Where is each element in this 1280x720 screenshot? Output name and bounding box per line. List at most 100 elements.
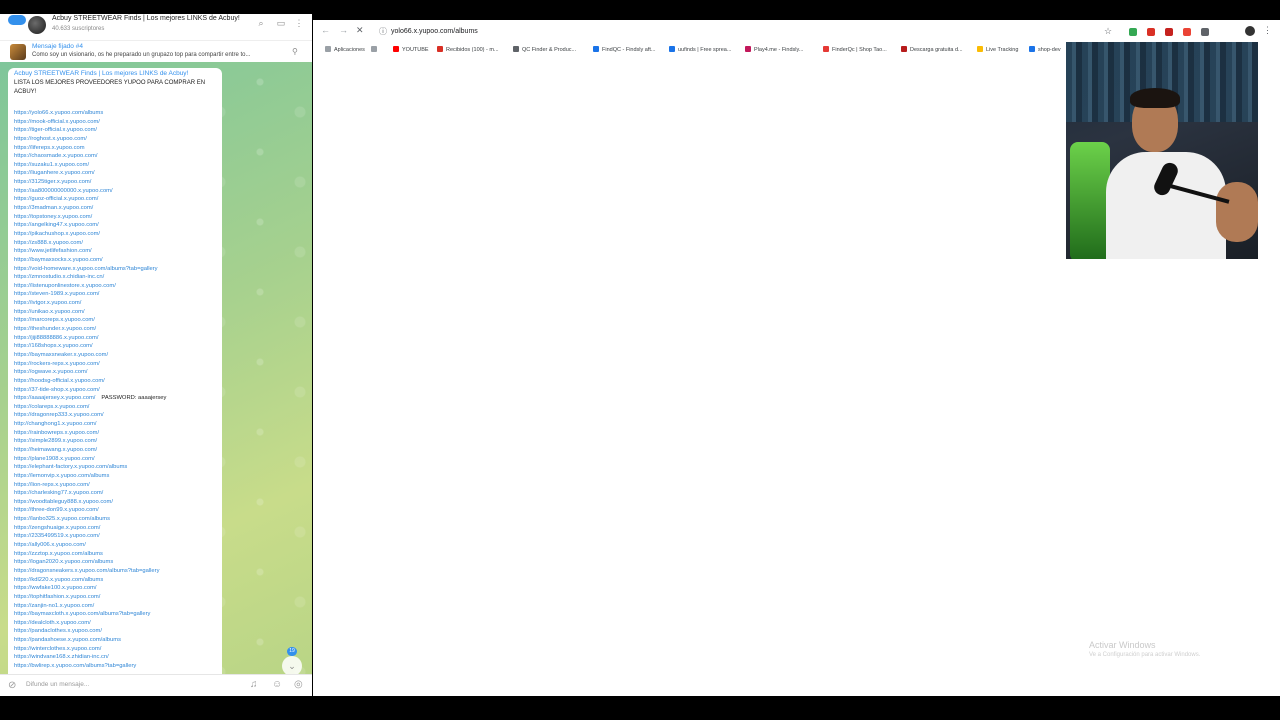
bookmark-item[interactable]: uufinds | Free sprea... — [669, 46, 731, 53]
back-badge[interactable] — [8, 15, 26, 25]
camera-icon[interactable]: ◎ — [294, 679, 303, 690]
yupoo-link[interactable]: https://marcoreps.x.yupoo.com/ — [14, 317, 95, 323]
extension-icon[interactable] — [1201, 28, 1209, 36]
yupoo-link[interactable]: https://winterclothes.x.yupoo.com/ — [14, 646, 101, 652]
yupoo-link[interactable]: https://heimawang.x.yupoo.com/ — [14, 447, 97, 453]
yupoo-link[interactable]: https://simple2899.x.yupoo.com/ — [14, 438, 97, 444]
yupoo-link[interactable]: https://elephant-factory.x.yupoo.com/alb… — [14, 464, 127, 470]
extension-icon[interactable] — [1165, 28, 1173, 36]
browser-menu-icon[interactable]: ⋮ — [1263, 25, 1272, 36]
yupoo-link[interactable]: https://baymaxsneaker.x.yupoo.com/ — [14, 352, 108, 358]
yupoo-link[interactable]: https://topstoney.x.yupoo.com/ — [14, 214, 92, 220]
yupoo-link[interactable]: https://aaaajersey.x.yupoo.com/ — [14, 395, 95, 401]
profile-avatar[interactable] — [1245, 26, 1255, 36]
yupoo-link[interactable]: https://lifereps.x.yupoo.com — [14, 145, 85, 151]
yupoo-link[interactable]: https://listenuponlinestore.x.yupoo.com/ — [14, 283, 116, 289]
bookmark-item[interactable]: FinderQc | Shop Tao... — [823, 46, 887, 53]
back-icon[interactable]: ← — [321, 25, 330, 35]
yupoo-link[interactable]: https://charlesking77.x.yupoo.com/ — [14, 490, 103, 496]
yupoo-link[interactable]: https://colareps.x.yupoo.com/ — [14, 404, 89, 410]
pinned-list-icon[interactable]: ⚲ — [292, 47, 298, 56]
yupoo-link[interactable]: https://liuganhere.x.yupoo.com/ — [14, 170, 95, 176]
yupoo-link[interactable]: https://logan2020.x.yupoo.com/albums — [14, 559, 113, 565]
yupoo-link[interactable]: https://steven-1989.x.yupoo.com/ — [14, 291, 99, 297]
extension-icon[interactable] — [1129, 28, 1137, 36]
yupoo-link[interactable]: https://dealcloth.x.yupoo.com/ — [14, 620, 91, 626]
yupoo-link[interactable]: https://bwlirep.x.yupoo.com/albums?tab=g… — [14, 663, 136, 669]
yupoo-link[interactable]: https://pikachushop.x.yupoo.com/ — [14, 231, 100, 237]
message-input-bar[interactable]: ⊘ Difunde un mensaje... ♫ ☺ ◎ — [0, 674, 312, 696]
yupoo-link[interactable]: https://zs888.x.yupoo.com/ — [14, 240, 83, 246]
yupoo-link[interactable]: https://angelking47.x.yupoo.com/ — [14, 222, 99, 228]
forward-icon[interactable]: → — [339, 25, 348, 35]
site-info-icon[interactable]: ⓘ — [379, 26, 387, 37]
bookmark-star-icon[interactable]: ☆ — [1104, 26, 1112, 37]
bookmark-item[interactable]: Aplicaciones — [325, 46, 365, 53]
yupoo-link[interactable]: https://www.jetlifefashion.com/ — [14, 248, 92, 254]
bookmark-item[interactable]: shop-dev — [1029, 46, 1061, 53]
yupoo-link[interactable]: https://woodtableguy888.x.yupoo.com/ — [14, 499, 113, 505]
bookmark-item[interactable]: QC Finder & Produc... — [513, 46, 576, 53]
bookmark-item[interactable]: Live Tracking — [977, 46, 1018, 53]
yupoo-link[interactable]: https://roghost.x.yupoo.com/ — [14, 136, 87, 142]
chat-icon[interactable]: ▭ — [276, 18, 286, 28]
yupoo-link[interactable]: https://ally006.x.yupoo.com/ — [14, 542, 86, 548]
bookmark-item[interactable]: Descarga gratuita d... — [901, 46, 963, 53]
yupoo-link[interactable]: https://tophitfashion.x.yupoo.com/ — [14, 594, 100, 600]
bookmark-item[interactable]: FindQC - Findsly aft... — [593, 46, 656, 53]
yupoo-link[interactable]: https://suzaku1.x.yupoo.com/ — [14, 162, 89, 168]
more-menu-icon[interactable]: ⋮ — [294, 18, 304, 28]
address-url[interactable]: yolo66.x.yupoo.com/albums — [391, 28, 478, 35]
bell-icon[interactable]: ♫ — [250, 679, 258, 690]
emoji-icon[interactable]: ☺ — [272, 679, 282, 690]
message-input[interactable]: Difunde un mensaje... — [26, 681, 89, 688]
yupoo-link[interactable]: https://37-tide-shop.x.yupoo.com/ — [14, 387, 100, 393]
yupoo-link[interactable]: https://lemonvip.x.yupoo.com/albums — [14, 473, 109, 479]
yupoo-link[interactable]: https://zengshuaige.x.yupoo.com/ — [14, 525, 100, 531]
yupoo-link[interactable]: https://pandashoese.x.yupoo.com/albums — [14, 637, 121, 643]
yupoo-link[interactable]: https://ivtgor.x.yupoo.com/ — [14, 300, 81, 306]
yupoo-link[interactable]: https://168shops.x.yupoo.com/ — [14, 343, 93, 349]
yupoo-link[interactable]: https://baymaxcloth.x.yupoo.com/albums?t… — [14, 611, 150, 617]
yupoo-link[interactable]: https://lion-reps.x.yupoo.com/ — [14, 482, 90, 488]
yupoo-link[interactable]: https://zmnostudio.x.chidian-inc.cn/ — [14, 274, 104, 280]
channel-header[interactable]: Acbuy STREETWEAR Finds | Los mejores LIN… — [0, 14, 312, 38]
yupoo-link[interactable]: https://zzztop.x.yupoo.com/albums — [14, 551, 103, 557]
yupoo-link[interactable]: https://plane1908.x.yupoo.com/ — [14, 456, 95, 462]
bookmark-item[interactable] — [371, 46, 380, 53]
attach-icon[interactable]: ⊘ — [8, 680, 16, 691]
extension-icon[interactable] — [1183, 28, 1191, 36]
yupoo-link[interactable]: https://wwfake100.x.yupoo.com/ — [14, 585, 97, 591]
pinned-message-bar[interactable]: Mensaje fijado #4 Como soy un visionario… — [0, 40, 312, 64]
bookmark-item[interactable]: Recibidos (100) - m... — [437, 46, 499, 53]
yupoo-link[interactable]: https://void-homeware.x.yupoo.com/albums… — [14, 266, 158, 272]
yupoo-link[interactable]: https://dragonsneakers.x.yupoo.com/album… — [14, 568, 160, 574]
yupoo-link[interactable]: http://changhong1.x.yupoo.com/ — [14, 421, 97, 427]
yupoo-link[interactable]: https://mook-official.x.yupoo.com/ — [14, 119, 100, 125]
extension-icon[interactable] — [1147, 28, 1155, 36]
yupoo-link[interactable]: https://tiger-official.x.yupoo.com/ — [14, 127, 97, 133]
yupoo-link[interactable]: https://jiji88888886.x.yupoo.com/ — [14, 335, 98, 341]
search-icon[interactable]: ⌕ — [256, 18, 266, 28]
yupoo-link[interactable]: https://2335499519.x.yupoo.com/ — [14, 533, 100, 539]
bookmark-item[interactable]: Play4.me - Findsly... — [745, 46, 803, 53]
bookmark-item[interactable]: YOUTUBE — [393, 46, 429, 53]
yupoo-link[interactable]: https://theshunder.x.yupoo.com/ — [14, 326, 96, 332]
yupoo-link[interactable]: https://zanjin-no1.x.yupoo.com/ — [14, 603, 94, 609]
yupoo-link[interactable]: https://pandaclothes.x.yupoo.com/ — [14, 628, 102, 634]
yupoo-link[interactable]: https://ogwave.x.yupoo.com/ — [14, 369, 87, 375]
yupoo-link[interactable]: https://lanbo325.x.yupoo.com/albums — [14, 516, 110, 522]
yupoo-link[interactable]: https://chaosmade.x.yupoo.com/ — [14, 153, 97, 159]
yupoo-link[interactable]: https://guoz-official.x.yupoo.com/ — [14, 196, 98, 202]
yupoo-link[interactable]: https://rainbowreps.x.yupoo.com/ — [14, 430, 99, 436]
yupoo-link[interactable]: https://kdl220.x.yupoo.com/albums — [14, 577, 103, 583]
stop-loading-icon[interactable]: ✕ — [356, 25, 364, 36]
yupoo-link[interactable]: https://aa800000000000.x.yupoo.com/ — [14, 188, 113, 194]
yupoo-link[interactable]: https://windvane168.x.zhidian-inc.cn/ — [14, 654, 109, 660]
address-bar[interactable]: ⓘ yolo66.x.yupoo.com/albums — [371, 24, 1171, 40]
yupoo-link[interactable]: https://three-don99.x.yupoo.com/ — [14, 507, 99, 513]
channel-avatar[interactable] — [28, 16, 46, 34]
yupoo-link[interactable]: https://yolo66.x.yupoo.com/albums — [14, 110, 103, 116]
scroll-down-button[interactable]: ⌄ — [282, 656, 302, 674]
yupoo-link[interactable]: https://rockers-reps.x.yupoo.com/ — [14, 361, 100, 367]
